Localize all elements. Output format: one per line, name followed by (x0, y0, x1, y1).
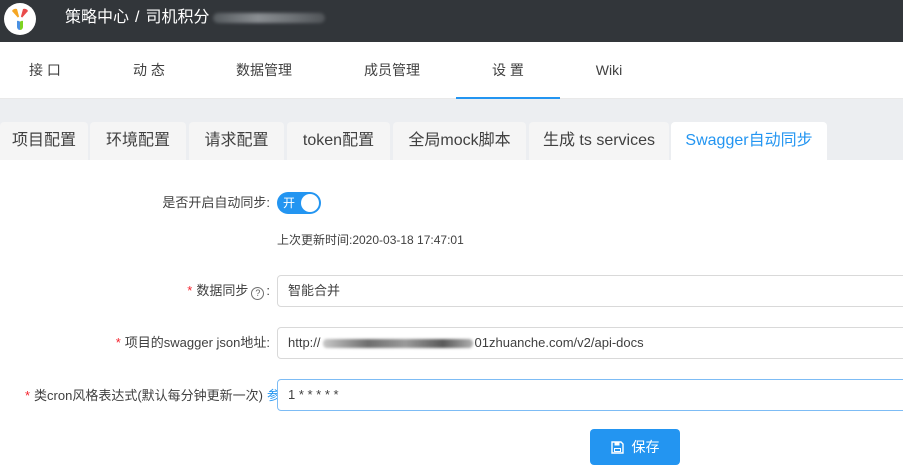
breadcrumb-project[interactable]: 司机积分 (145, 9, 209, 26)
label-colon: : (266, 283, 270, 298)
data-sync-label: 数据同步 (196, 283, 249, 298)
nav-item-activity[interactable]: 动 态 (104, 42, 194, 99)
app-logo-icon[interactable] (4, 3, 36, 35)
breadcrumb-group[interactable]: 策略中心 (65, 9, 129, 26)
tab-project-config[interactable]: 项目配置 (0, 122, 88, 160)
tab-env-config[interactable]: 环境配置 (90, 122, 186, 160)
breadcrumb-separator: / (135, 9, 140, 26)
swagger-url-prefix: http:// (288, 335, 321, 350)
cron-label: 类cron风格表达式(默认每分钟更新一次) (34, 388, 263, 403)
project-nav: 接 口 动 态 数据管理 成员管理 设 置 Wiki (0, 42, 903, 99)
data-sync-select[interactable]: 智能合并 (277, 275, 903, 307)
auto-sync-switch[interactable]: 开 (277, 192, 321, 214)
nav-item-settings[interactable]: 设 置 (456, 42, 560, 99)
required-mark: * (115, 335, 121, 350)
last-updated-text: 上次更新时间:2020-03-18 17:47:01 (277, 233, 464, 247)
tab-swagger-sync[interactable]: Swagger自动同步 (671, 122, 827, 160)
nav-item-members[interactable]: 成员管理 (347, 42, 437, 99)
save-icon (610, 441, 624, 454)
tab-global-mock[interactable]: 全局mock脚本 (393, 122, 526, 160)
nav-item-data[interactable]: 数据管理 (219, 42, 309, 99)
top-bar: 策略中心 / 司机积分 (0, 0, 903, 42)
question-circle-icon[interactable]: ? (251, 287, 265, 300)
breadcrumb: 策略中心 / 司机积分 (65, 8, 326, 28)
redacted-text (322, 339, 473, 349)
cron-label-group: * 类cron风格表达式(默认每分钟更新一次) 参 (25, 386, 280, 406)
cron-input[interactable]: 1 * * * * * (277, 379, 903, 411)
tab-ts-services[interactable]: 生成 ts services (529, 122, 669, 160)
save-button-label: 保存 (631, 439, 660, 455)
switch-knob (301, 194, 319, 212)
cron-value: 1 * * * * * (288, 387, 339, 402)
auto-sync-switch-text: 开 (283, 196, 296, 210)
save-button[interactable]: 保存 (590, 429, 680, 465)
redacted-text (213, 12, 326, 23)
swagger-url-label-group: * 项目的swagger json地址: (116, 333, 270, 353)
data-sync-value: 智能合并 (288, 283, 341, 298)
tab-token-config[interactable]: token配置 (287, 122, 390, 160)
required-mark: * (187, 283, 193, 298)
swagger-url-label: 项目的swagger json地址: (124, 335, 270, 350)
auto-sync-label: 是否开启自动同步: (162, 195, 270, 210)
settings-tabs: 项目配置 环境配置 请求配置 token配置 全局mock脚本 生成 ts se… (0, 122, 903, 160)
swagger-url-suffix: 01zhuanche.com/v2/api-docs (474, 335, 644, 350)
tab-request-config[interactable]: 请求配置 (189, 122, 284, 160)
content-gap (0, 99, 903, 122)
required-mark: * (24, 388, 31, 403)
data-sync-label-group: * 数据同步?: (187, 281, 270, 301)
nav-item-interface[interactable]: 接 口 (0, 42, 90, 99)
swagger-url-input[interactable]: http:// 01zhuanche.com/v2/api-docs (277, 327, 903, 359)
nav-item-wiki[interactable]: Wiki (574, 42, 644, 99)
